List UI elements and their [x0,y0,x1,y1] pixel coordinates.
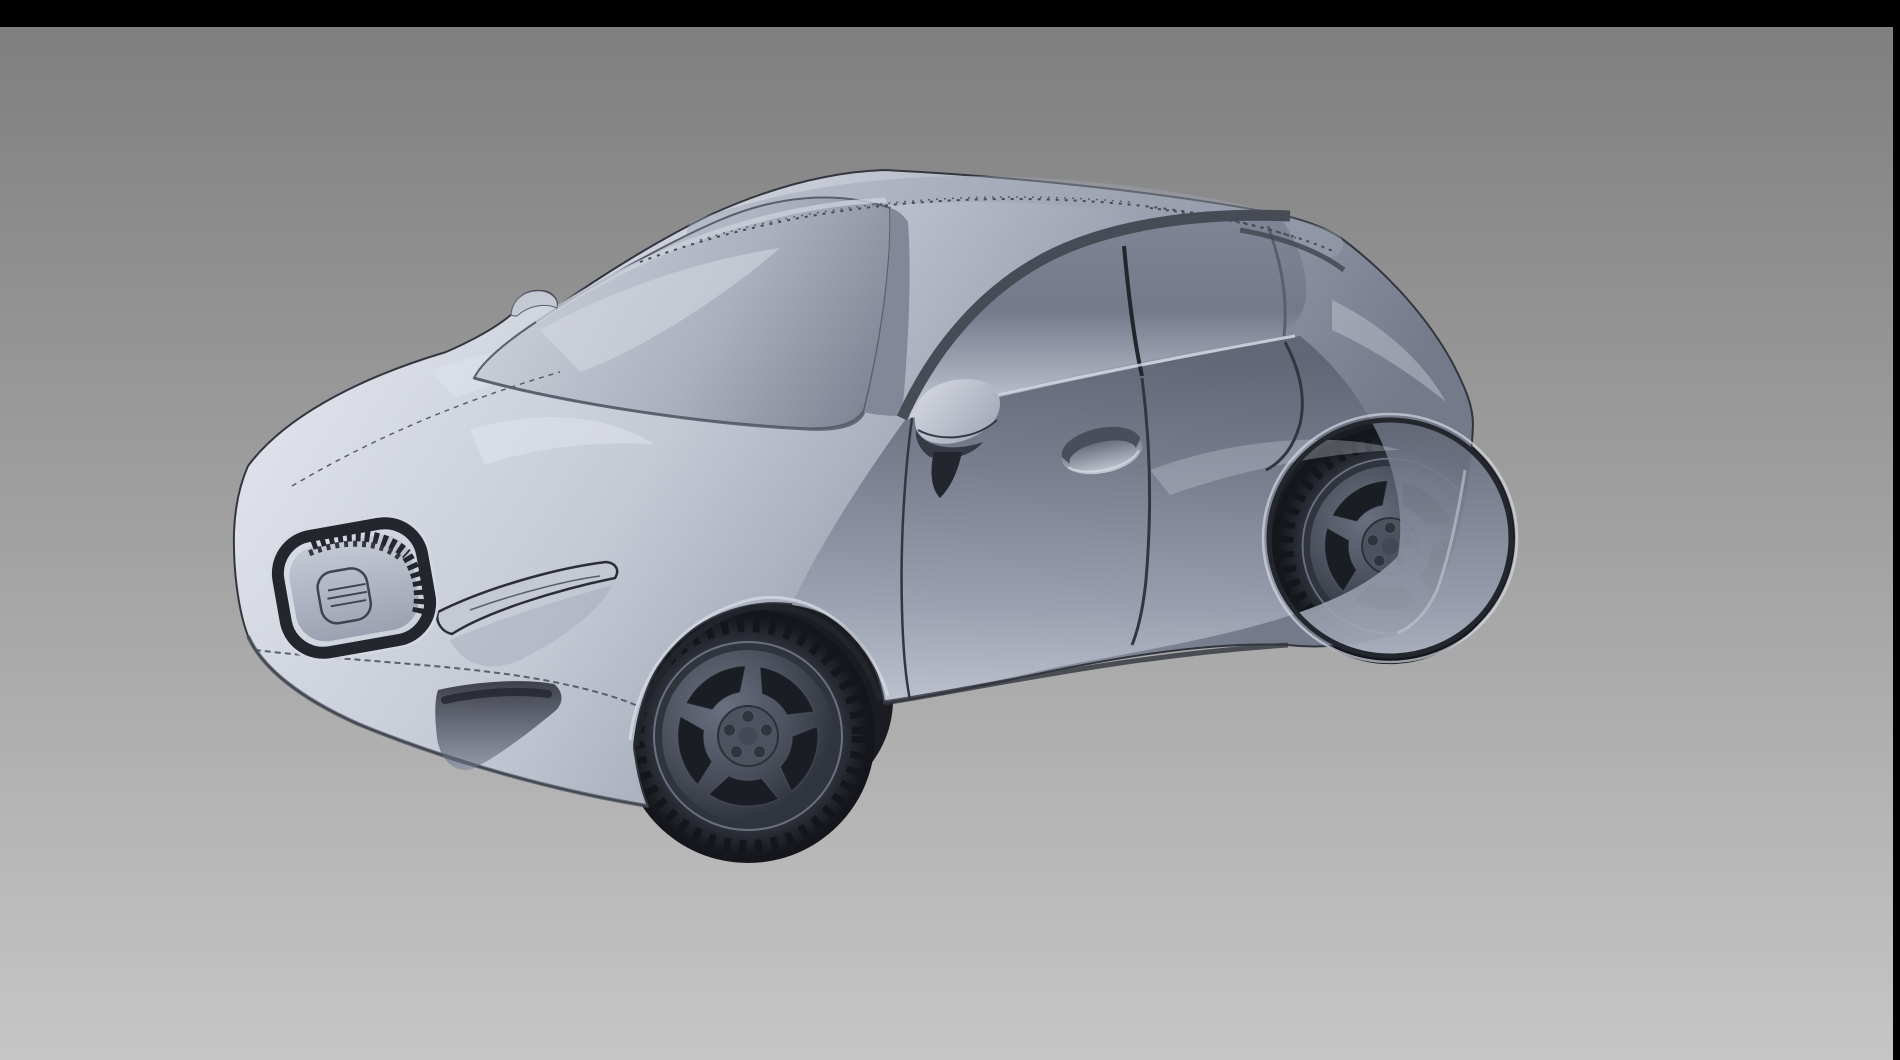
letterbox-top-bar [0,0,1900,27]
render-viewport[interactable] [0,0,1900,1060]
letterbox-right-bar [1893,0,1900,1060]
application-window [0,0,1900,1060]
